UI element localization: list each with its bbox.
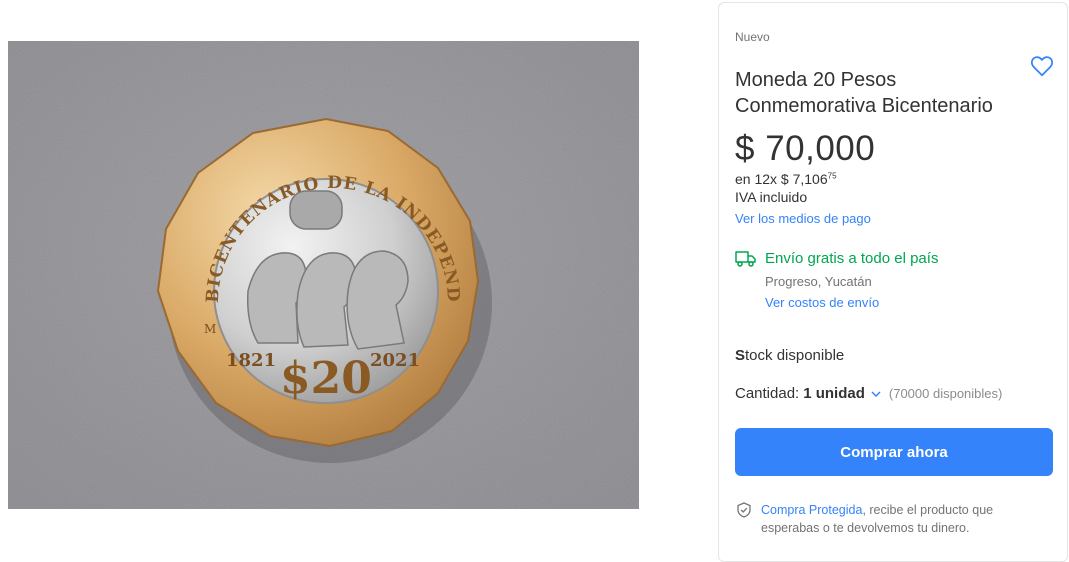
free-shipping-label: Envío gratis a todo el país — [765, 250, 939, 267]
coin-year-right: 2021 — [370, 350, 420, 371]
condition-label: Nuevo — [735, 30, 770, 44]
quantity-label: Cantidad: — [735, 385, 800, 402]
coin-value: $20 — [280, 353, 372, 404]
product-title: Moneda 20 Pesos Conmemorativa Bicentenar… — [735, 69, 993, 118]
truck-icon — [735, 251, 756, 267]
installments: en 12x $ 7,10675 — [735, 171, 837, 187]
seller-location: Progreso, Yucatán — [765, 274, 872, 289]
quantity-available: (70000 disponibles) — [888, 386, 1003, 401]
product-image[interactable]: BICENTENARIO DE LA INDEPENDENCIA NACIONA… — [8, 41, 639, 509]
coin-photo: BICENTENARIO DE LA INDEPENDENCIA NACIONA… — [8, 41, 639, 509]
quantity-value[interactable]: 1 unidad — [803, 385, 865, 402]
quantity-selector[interactable]: Cantidad: 1 unidad (70000 disponibles) — [735, 385, 1002, 402]
shipping-costs-link[interactable]: Ver costos de envío — [765, 295, 879, 310]
purchase-panel: Nuevo Moneda 20 Pesos Conmemorativa Bice… — [718, 2, 1068, 562]
heart-icon[interactable] — [1029, 53, 1055, 79]
price: $ 70,000 — [735, 129, 876, 168]
iva-label: IVA incluido — [735, 189, 808, 205]
buyer-protection-text: Compra Protegida, recibe el producto que… — [761, 501, 1051, 537]
coin-portraits — [246, 250, 409, 350]
shield-icon — [737, 502, 751, 518]
payment-methods-link[interactable]: Ver los medios de pago — [735, 211, 871, 226]
installments-cents: 75 — [827, 171, 837, 181]
stock-text: tock disponible — [745, 347, 845, 364]
coin-mintmark: M — [204, 322, 216, 336]
stock-initial: S — [735, 347, 746, 364]
coin-year-left: 1821 — [226, 350, 276, 371]
buyer-protection-link[interactable]: Compra Protegida — [761, 503, 862, 517]
installments-amount: en 12x $ 7,106 — [735, 171, 828, 187]
buy-now-button[interactable]: Comprar ahora — [735, 428, 1053, 476]
coin-emblem — [289, 190, 343, 230]
stock-label: Stock disponible — [735, 347, 844, 364]
chevron-down-icon[interactable] — [871, 390, 881, 398]
